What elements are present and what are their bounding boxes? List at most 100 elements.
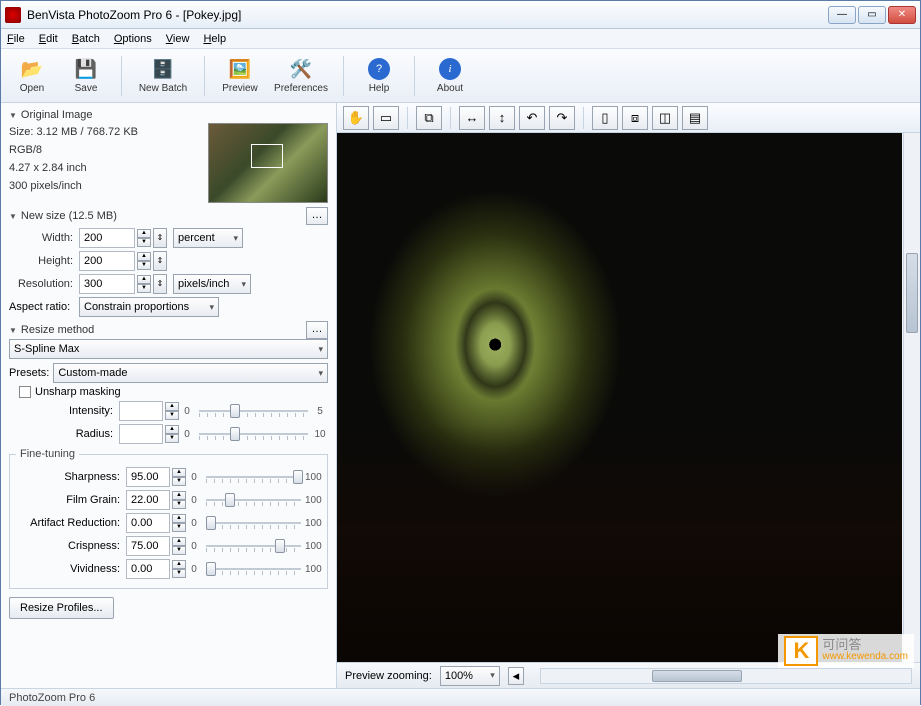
- menu-options[interactable]: Options: [114, 33, 152, 45]
- unsharp-label: Unsharp masking: [35, 386, 121, 398]
- artifact-label: Artifact Reduction:: [16, 517, 126, 529]
- app-icon: [5, 7, 21, 23]
- preview-button[interactable]: 🖼️Preview: [217, 53, 263, 99]
- crispness-slider[interactable]: [206, 537, 301, 555]
- height-link-button[interactable]: ⇕: [153, 251, 167, 271]
- close-button[interactable]: ✕: [888, 6, 916, 24]
- settings-panel: Original Image Size: 3.12 MB / 768.72 KB…: [1, 103, 337, 688]
- menu-edit[interactable]: Edit: [39, 33, 58, 45]
- resolution-link-button[interactable]: ⇕: [153, 274, 167, 294]
- filmgrain-spinner[interactable]: ▲▼: [172, 491, 186, 509]
- vertical-scrollbar[interactable]: [903, 133, 920, 662]
- original-image-header[interactable]: Original Image: [9, 109, 328, 121]
- resize-method-combo[interactable]: S-Spline Max: [9, 339, 328, 359]
- unsharp-checkbox[interactable]: [19, 386, 31, 398]
- preview-panel: ✋ ▭ ⧉ ↔ ↕ ↶ ↷ ▯ ⧈ ◫ ▤ Preview zooming: 1…: [337, 103, 920, 688]
- preferences-button[interactable]: 🛠️Preferences: [271, 53, 331, 99]
- menu-file[interactable]: File: [7, 33, 25, 45]
- radius-input[interactable]: [119, 424, 163, 444]
- height-label: Height:: [9, 255, 79, 267]
- intensity-slider[interactable]: [199, 402, 308, 420]
- flip-vertical-button[interactable]: ↕: [489, 106, 515, 130]
- open-button[interactable]: 📂Open: [9, 53, 55, 99]
- height-spinner[interactable]: ▲▼: [137, 252, 151, 270]
- crop-button[interactable]: ⧉: [416, 106, 442, 130]
- sharpness-label: Sharpness:: [16, 471, 126, 483]
- artifact-slider[interactable]: [206, 514, 301, 532]
- presets-combo[interactable]: Custom-made: [53, 363, 328, 383]
- new-size-header[interactable]: New size (12.5 MB): [9, 210, 306, 222]
- rotate-right-button[interactable]: ↷: [549, 106, 575, 130]
- menu-batch[interactable]: Batch: [72, 33, 100, 45]
- horizontal-scrollbar[interactable]: [540, 668, 912, 684]
- folder-open-icon: 📂: [20, 57, 44, 81]
- toolbar-separator: [414, 56, 415, 96]
- split-none-button[interactable]: ▯: [592, 106, 618, 130]
- crispness-spinner[interactable]: ▲▼: [172, 537, 186, 555]
- vividness-slider[interactable]: [206, 560, 301, 578]
- size-unit-combo[interactable]: percent: [173, 228, 243, 248]
- new-size-options-button[interactable]: …: [306, 207, 328, 225]
- intensity-label: Intensity:: [9, 405, 119, 417]
- width-spinner[interactable]: ▲▼: [137, 229, 151, 247]
- resize-method-header[interactable]: Resize method: [9, 324, 306, 336]
- zoom-out-button[interactable]: ◂: [508, 667, 524, 685]
- aspect-ratio-combo[interactable]: Constrain proportions: [79, 297, 219, 317]
- vividness-input[interactable]: [126, 559, 170, 579]
- width-input[interactable]: [79, 228, 135, 248]
- radius-slider[interactable]: [199, 425, 308, 443]
- height-input[interactable]: [79, 251, 135, 271]
- vividness-spinner[interactable]: ▲▼: [172, 560, 186, 578]
- help-button[interactable]: ?Help: [356, 53, 402, 99]
- resolution-input[interactable]: [79, 274, 135, 294]
- resolution-label: Resolution:: [9, 278, 79, 290]
- hand-tool-button[interactable]: ✋: [343, 106, 369, 130]
- preview-zoom-combo[interactable]: 100%: [440, 666, 500, 686]
- filmgrain-slider[interactable]: [206, 491, 301, 509]
- minimize-button[interactable]: —: [828, 6, 856, 24]
- save-button[interactable]: 💾Save: [63, 53, 109, 99]
- resize-profiles-button[interactable]: Resize Profiles...: [9, 597, 114, 619]
- new-batch-button[interactable]: 🗄️New Batch: [134, 53, 192, 99]
- width-link-button[interactable]: ⇕: [153, 228, 167, 248]
- presets-label: Presets:: [9, 367, 53, 379]
- intensity-input[interactable]: [119, 401, 163, 421]
- preview-viewport[interactable]: [337, 133, 902, 662]
- sharpness-input[interactable]: [126, 467, 170, 487]
- menu-view[interactable]: View: [166, 33, 190, 45]
- split-horizontal-button[interactable]: ⧈: [622, 106, 648, 130]
- vividness-label: Vividness:: [16, 563, 126, 575]
- sharpness-slider[interactable]: [206, 468, 301, 486]
- crispness-input[interactable]: [126, 536, 170, 556]
- filmgrain-input[interactable]: [126, 490, 170, 510]
- preview-image: [337, 133, 902, 662]
- toolbar-separator: [121, 56, 122, 96]
- sharpness-spinner[interactable]: ▲▼: [172, 468, 186, 486]
- radius-spinner[interactable]: ▲▼: [165, 425, 179, 443]
- resolution-unit-combo[interactable]: pixels/inch: [173, 274, 251, 294]
- info-icon: i: [438, 57, 462, 81]
- window-title: BenVista PhotoZoom Pro 6 - [Pokey.jpg]: [27, 8, 828, 22]
- split-grid-button[interactable]: ▤: [682, 106, 708, 130]
- rotate-left-button[interactable]: ↶: [519, 106, 545, 130]
- resolution-spinner[interactable]: ▲▼: [137, 275, 151, 293]
- menu-help[interactable]: Help: [203, 33, 226, 45]
- toolbar-separator: [343, 56, 344, 96]
- artifact-input[interactable]: [126, 513, 170, 533]
- flip-horizontal-button[interactable]: ↔: [459, 106, 485, 130]
- split-vertical-button[interactable]: ◫: [652, 106, 678, 130]
- fine-tuning-legend: Fine-tuning: [16, 448, 79, 460]
- marquee-tool-button[interactable]: ▭: [373, 106, 399, 130]
- intensity-spinner[interactable]: ▲▼: [165, 402, 179, 420]
- original-res: 300 pixels/inch: [9, 177, 208, 195]
- about-button[interactable]: iAbout: [427, 53, 473, 99]
- statusbar: PhotoZoom Pro 6: [1, 688, 920, 706]
- preview-zoom-label: Preview zooming:: [345, 670, 432, 682]
- help-icon: ?: [367, 57, 391, 81]
- filmgrain-label: Film Grain:: [16, 494, 126, 506]
- artifact-spinner[interactable]: ▲▼: [172, 514, 186, 532]
- maximize-button[interactable]: ▭: [858, 6, 886, 24]
- resize-method-options-button[interactable]: …: [306, 321, 328, 339]
- thumbnail-navigator[interactable]: [208, 123, 328, 203]
- titlebar: BenVista PhotoZoom Pro 6 - [Pokey.jpg] —…: [1, 1, 920, 29]
